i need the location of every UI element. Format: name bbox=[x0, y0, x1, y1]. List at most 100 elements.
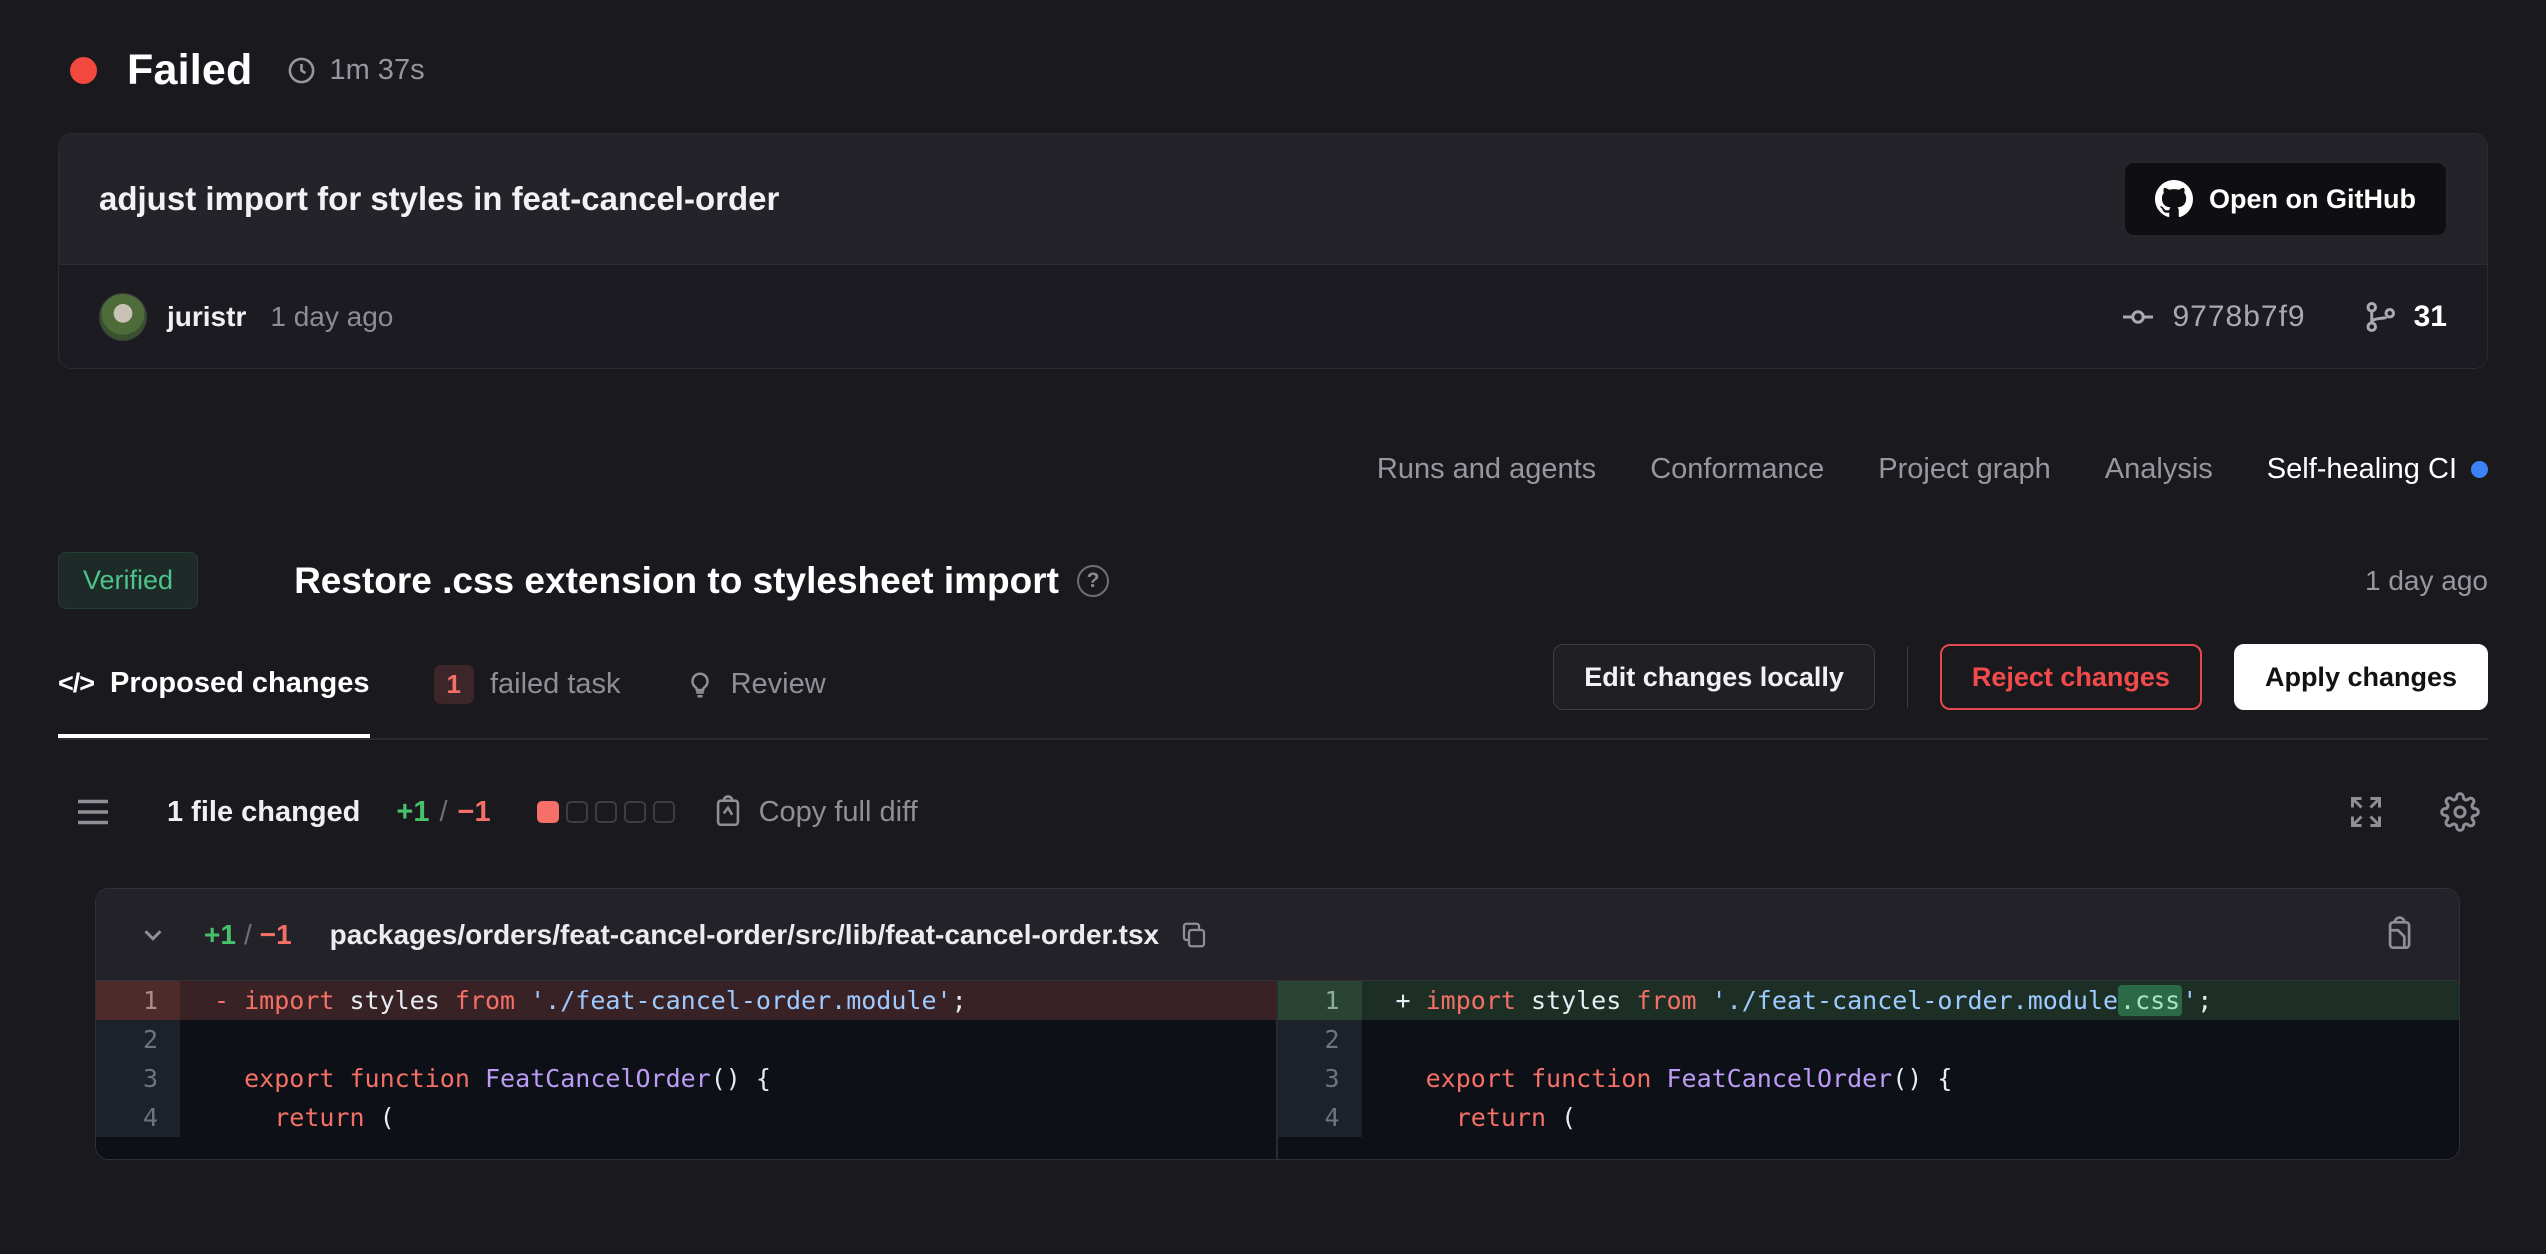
github-button-label: Open on GitHub bbox=[2209, 184, 2416, 215]
commit-card: adjust import for styles in feat-cancel-… bbox=[58, 133, 2488, 369]
notification-dot-icon bbox=[2471, 461, 2488, 478]
code-line[interactable]: 2 bbox=[1278, 1020, 2460, 1059]
code-text: + import styles from './feat-cancel-orde… bbox=[1362, 981, 2460, 1020]
apply-changes-button[interactable]: Apply changes bbox=[2234, 644, 2488, 710]
nav-runs-and-agents[interactable]: Runs and agents bbox=[1377, 453, 1596, 486]
file-additions: +1 bbox=[204, 919, 236, 951]
failed-status-icon bbox=[70, 57, 97, 84]
nav-label: Project graph bbox=[1878, 453, 2051, 486]
line-number: 4 bbox=[1278, 1098, 1362, 1137]
tab-proposed-changes[interactable]: </> Proposed changes bbox=[58, 641, 370, 738]
fullscreen-icon[interactable] bbox=[2348, 794, 2384, 830]
file-path: packages/orders/feat-cancel-order/src/li… bbox=[330, 919, 1159, 951]
commit-card-bottom: juristr 1 day ago 9778b7f9 31 bbox=[59, 264, 2487, 368]
commit-icon bbox=[2120, 299, 2156, 335]
ratio-square bbox=[653, 801, 675, 823]
code-line[interactable]: 3 export function FeatCancelOrder() { bbox=[1278, 1059, 2460, 1098]
tabs-row: </> Proposed changes 1 failed task Revie… bbox=[58, 639, 2488, 740]
fix-header: Verified Restore .css extension to style… bbox=[0, 486, 2546, 609]
settings-gear-icon[interactable] bbox=[2440, 792, 2480, 832]
diff-stats: +1 / −1 bbox=[396, 796, 490, 829]
commit-hash-group[interactable]: 9778b7f9 bbox=[2120, 299, 2305, 335]
open-on-github-button[interactable]: Open on GitHub bbox=[2124, 162, 2447, 236]
code-line[interactable]: 3 export function FeatCancelOrder() { bbox=[96, 1059, 1276, 1098]
code-line[interactable]: 2 bbox=[96, 1020, 1276, 1059]
line-number: 1 bbox=[1278, 981, 1362, 1020]
tabs: </> Proposed changes 1 failed task Revie… bbox=[58, 639, 826, 738]
menu-icon[interactable] bbox=[75, 797, 111, 827]
nav-project-graph[interactable]: Project graph bbox=[1878, 453, 2051, 486]
avatar[interactable] bbox=[99, 293, 147, 341]
diff-panel: +1 / −1 packages/orders/feat-cancel-orde… bbox=[95, 888, 2460, 1160]
line-number: 3 bbox=[1278, 1059, 1362, 1098]
reject-changes-button[interactable]: Reject changes bbox=[1940, 644, 2202, 710]
diff-new-side: 1 + import styles from './feat-cancel-or… bbox=[1278, 981, 2460, 1159]
git-branch-icon bbox=[2362, 299, 2398, 335]
edit-changes-locally-button[interactable]: Edit changes locally bbox=[1553, 644, 1875, 710]
commit-time: 1 day ago bbox=[270, 301, 393, 333]
file-diff-stats: +1 / −1 bbox=[204, 919, 292, 951]
clipboard-icon bbox=[711, 795, 745, 829]
nav-analysis[interactable]: Analysis bbox=[2105, 453, 2213, 486]
commit-hash: 9778b7f9 bbox=[2172, 300, 2305, 334]
tab-label: failed task bbox=[490, 668, 621, 701]
code-line[interactable]: 4 return ( bbox=[96, 1098, 1276, 1137]
nav-conformance[interactable]: Conformance bbox=[1650, 453, 1824, 486]
line-number: 4 bbox=[96, 1098, 180, 1137]
nav-label: Analysis bbox=[2105, 453, 2213, 486]
code-line-deleted[interactable]: 1 - import styles from './feat-cancel-or… bbox=[96, 981, 1276, 1020]
commit-meta: 9778b7f9 31 bbox=[2120, 299, 2447, 335]
diff-ratio-squares bbox=[537, 801, 675, 823]
code-text: return ( bbox=[1362, 1098, 2460, 1137]
nav-label: Conformance bbox=[1650, 453, 1824, 486]
ratio-square bbox=[566, 801, 588, 823]
tab-label: Proposed changes bbox=[110, 667, 369, 700]
nav-self-healing-ci[interactable]: Self-healing CI bbox=[2267, 453, 2488, 486]
code-text bbox=[180, 1020, 1276, 1059]
tab-failed-task[interactable]: 1 failed task bbox=[434, 639, 621, 738]
copy-path-icon[interactable] bbox=[1179, 920, 1209, 950]
line-number: 2 bbox=[96, 1020, 180, 1059]
ratio-square bbox=[624, 801, 646, 823]
button-divider bbox=[1907, 646, 1908, 708]
copy-full-diff-label: Copy full diff bbox=[759, 796, 918, 829]
code-line[interactable]: 4 return ( bbox=[1278, 1098, 2460, 1137]
ratio-square-filled bbox=[537, 801, 559, 823]
author-name[interactable]: juristr bbox=[167, 301, 246, 333]
page: Failed 1m 37s adjust import for styles i… bbox=[0, 0, 2546, 1254]
code-text: - import styles from './feat-cancel-orde… bbox=[180, 981, 1276, 1020]
tab-label: Review bbox=[731, 668, 826, 701]
author-group: juristr 1 day ago bbox=[99, 293, 393, 341]
additions-count: +1 bbox=[396, 796, 429, 829]
code-text: export function FeatCancelOrder() { bbox=[1362, 1059, 2460, 1098]
chevron-down-icon[interactable] bbox=[138, 920, 168, 950]
status-header: Failed 1m 37s bbox=[0, 0, 2546, 95]
verified-badge: Verified bbox=[58, 552, 198, 609]
line-number: 1 bbox=[96, 981, 180, 1020]
copy-file-diff-icon[interactable] bbox=[2379, 916, 2417, 954]
deletions-count: −1 bbox=[458, 796, 491, 829]
line-number: 3 bbox=[96, 1059, 180, 1098]
commit-card-top: adjust import for styles in feat-cancel-… bbox=[59, 134, 2487, 264]
fix-time: 1 day ago bbox=[2365, 565, 2488, 597]
ratio-square bbox=[595, 801, 617, 823]
file-deletions: −1 bbox=[260, 919, 292, 951]
diff-file-header: +1 / −1 packages/orders/feat-cancel-orde… bbox=[96, 889, 2459, 981]
diff-toolbar: 1 file changed +1 / −1 Copy full diff bbox=[75, 792, 2480, 832]
copy-full-diff-button[interactable]: Copy full diff bbox=[711, 795, 918, 829]
nav-label: Runs and agents bbox=[1377, 453, 1596, 486]
lightbulb-icon bbox=[685, 670, 715, 700]
branch-count: 31 bbox=[2414, 300, 2447, 334]
code-text bbox=[1362, 1020, 2460, 1059]
clock-icon bbox=[286, 55, 317, 86]
duration-text: 1m 37s bbox=[329, 54, 424, 87]
branch-count-group[interactable]: 31 bbox=[2362, 299, 2447, 335]
code-line-added[interactable]: 1 + import styles from './feat-cancel-or… bbox=[1278, 981, 2460, 1020]
help-icon[interactable]: ? bbox=[1077, 565, 1109, 597]
stats-separator: / bbox=[439, 796, 447, 829]
tab-review[interactable]: Review bbox=[685, 642, 826, 735]
diff-body: 1 - import styles from './feat-cancel-or… bbox=[96, 981, 2459, 1159]
code-text: export function FeatCancelOrder() { bbox=[180, 1059, 1276, 1098]
status-label: Failed bbox=[127, 46, 252, 95]
commit-title: adjust import for styles in feat-cancel-… bbox=[99, 180, 779, 218]
